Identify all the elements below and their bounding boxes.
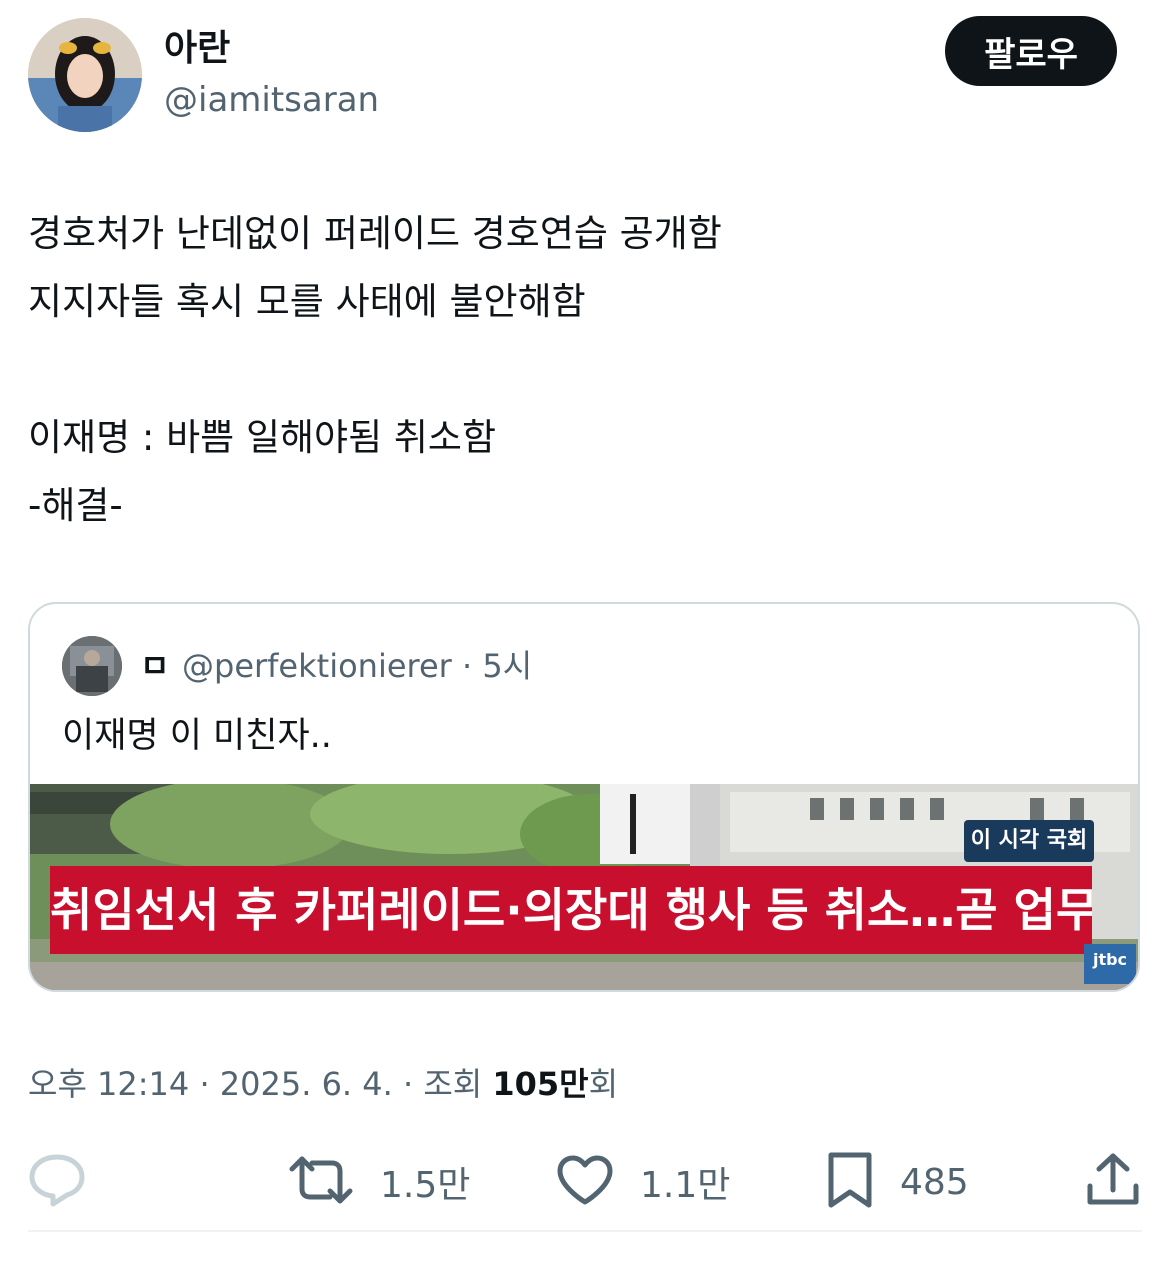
quoted-handle[interactable]: @perfektionierer · 5시 <box>182 646 532 686</box>
bookmark-icon <box>826 1150 874 1214</box>
quoted-tweet[interactable]: ㅁ @perfektionierer · 5시 이재명 이 미친자.. 이 시각… <box>28 602 1140 992</box>
tweet-line <box>28 336 1138 404</box>
reply-button[interactable] <box>28 1150 86 1214</box>
retweet-count: 1.5만 <box>380 1165 471 1206</box>
retweet-icon <box>288 1155 354 1209</box>
quoted-text: 이재명 이 미친자.. <box>62 716 332 756</box>
reply-icon <box>28 1153 86 1211</box>
tweet-line: 지지자들 혹시 모를 사태에 불안해함 <box>28 280 586 323</box>
share-icon <box>1086 1152 1140 1212</box>
tweet-text: 경호처가 난데없이 퍼레이드 경호연습 공개함 지지자들 혹시 모를 사태에 불… <box>28 200 1138 540</box>
tweet-line: 경호처가 난데없이 퍼레이드 경호연습 공개함 <box>28 212 722 255</box>
like-button[interactable]: 1.1만 <box>556 1150 730 1214</box>
news-banner: 취임선서 후 카퍼레이드·의장대 행사 등 취소…곧 업무 <box>50 883 1092 937</box>
author-avatar[interactable] <box>28 18 142 132</box>
tweet-line: 이재명 : 바쁨 일해야됨 취소함 <box>28 416 496 459</box>
quoted-avatar[interactable] <box>62 636 122 696</box>
author-handle[interactable]: @iamitsaran <box>164 80 379 120</box>
tweet-meta: 오후 12:14 · 2025. 6. 4. · 조회 105만회 <box>28 1062 618 1106</box>
action-bar: 1.5만 1.1만 485 <box>0 1150 1170 1214</box>
quoted-name[interactable]: ㅁ <box>140 646 169 686</box>
bookmark-button[interactable]: 485 <box>826 1150 969 1214</box>
heart-icon <box>556 1154 614 1210</box>
view-count: 105만 <box>492 1065 589 1103</box>
like-count: 1.1만 <box>640 1165 731 1206</box>
divider <box>28 1230 1142 1232</box>
news-badge: 이 시각 국회 <box>970 828 1088 853</box>
follow-button[interactable]: 팔로우 <box>945 16 1117 86</box>
quoted-news-image[interactable]: 이 시각 국회 취임선서 후 카퍼레이드·의장대 행사 등 취소…곧 업무 jt… <box>30 774 1138 990</box>
timestamp[interactable]: 오후 12:14 · 2025. 6. 4. · 조회 <box>28 1065 492 1103</box>
share-button[interactable] <box>1086 1150 1140 1214</box>
view-suffix: 회 <box>588 1065 619 1103</box>
tweet-line: -해결- <box>28 484 123 527</box>
author-name[interactable]: 아란 <box>164 28 230 70</box>
retweet-button[interactable]: 1.5만 <box>288 1150 470 1214</box>
bookmark-count: 485 <box>900 1161 969 1203</box>
news-logo: jtbc <box>1092 950 1128 969</box>
